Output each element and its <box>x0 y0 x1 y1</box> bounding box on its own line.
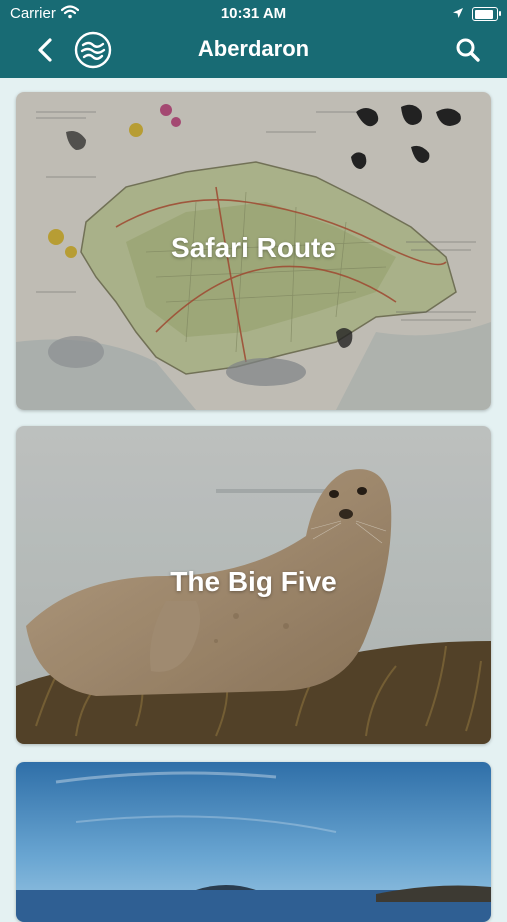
coast-photo <box>16 762 491 922</box>
card-safari-route[interactable]: Safari Route <box>16 92 491 410</box>
card-the-big-five[interactable]: The Big Five <box>16 426 491 744</box>
status-time: 10:31 AM <box>220 5 287 22</box>
search-icon[interactable] <box>455 37 481 63</box>
status-bar: Carrier 10:31 AM <box>0 0 507 28</box>
page-title: Aberdaron <box>197 36 310 61</box>
card-title: Safari Route <box>171 232 336 263</box>
card-title: The Big Five <box>170 566 337 597</box>
card-third[interactable] <box>16 762 491 922</box>
battery-icon <box>472 7 501 21</box>
location-arrow-icon <box>453 8 463 18</box>
top-bar: Carrier 10:31 AM Aberdaron <box>0 0 507 78</box>
